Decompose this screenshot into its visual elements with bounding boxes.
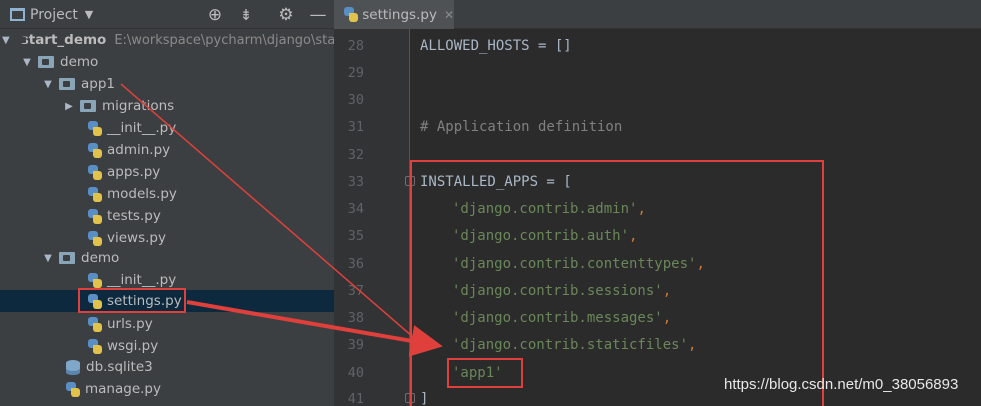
line-number: 35 (347, 228, 364, 244)
tree-item-urls[interactable]: urls.py (0, 313, 334, 335)
tree-item-db[interactable]: db.sqlite3 (0, 356, 334, 378)
tree-item-label: app1 (81, 76, 116, 92)
tree-item-start-demo[interactable]: ▼ start_demo E:\workspace\pycharm\django… (0, 29, 334, 51)
python-file-icon (88, 272, 102, 288)
python-file-icon (88, 142, 102, 158)
tree-item-label: admin.py (107, 142, 171, 158)
tree-item-migrations[interactable]: ▶ migrations (0, 95, 334, 117)
project-panel: Project ▼ ⊕ ⇟ ⚙ — ▼ start_demo E:\worksp… (0, 0, 334, 406)
tree-item-label: urls.py (107, 316, 153, 332)
tree-item-views[interactable]: views.py (0, 227, 334, 249)
line-number: 32 (347, 147, 364, 163)
tab-label: settings.py (362, 6, 437, 23)
project-view-icon (8, 0, 26, 29)
python-file-icon (88, 186, 102, 202)
folder-icon (59, 252, 75, 264)
expand-arrow-icon[interactable]: ▼ (2, 35, 10, 46)
tree-item-label: demo (60, 54, 99, 70)
collapse-icon[interactable]: ⇟ (235, 0, 257, 29)
tree-item-app1-init[interactable]: __init__.py (0, 117, 334, 139)
code-comment: # Application definition (420, 119, 623, 135)
line-number: 33 (347, 174, 364, 190)
project-panel-title[interactable]: Project (30, 0, 80, 29)
line-number: 34 (347, 201, 364, 217)
line-number: 40 (347, 365, 364, 381)
close-icon[interactable]: ✕ (444, 8, 454, 22)
expand-arrow-icon[interactable]: ▼ (42, 253, 54, 264)
tree-item-label: __init__.py (107, 272, 177, 288)
tree-item-label: wsgi.py (107, 338, 159, 354)
tree-item-label: views.py (107, 230, 166, 246)
tree-item-label: apps.py (107, 164, 161, 180)
python-file-icon (344, 7, 358, 22)
tree-item-label: manage.py (85, 381, 161, 397)
line-number: 36 (347, 256, 364, 272)
app1-highlight-box (447, 358, 523, 388)
tree-item-app1[interactable]: ▼ app1 (0, 73, 334, 95)
view-dropdown-chevron-icon[interactable]: ▼ (80, 0, 98, 29)
python-file-icon (66, 381, 80, 397)
tree-item-apps[interactable]: apps.py (0, 161, 334, 183)
tree-item-label: db.sqlite3 (86, 359, 153, 375)
tree-item-models[interactable]: models.py (0, 183, 334, 205)
settings-highlight-box (78, 288, 186, 313)
tree-item-admin[interactable]: admin.py (0, 139, 334, 161)
python-file-icon (88, 164, 102, 180)
target-icon[interactable]: ⊕ (204, 0, 226, 29)
line-number: 29 (347, 65, 364, 81)
watermark: https://blog.csdn.net/m0_38056893 (724, 376, 959, 393)
editor-tab-bar: settings.py ✕ (334, 0, 981, 29)
minimize-icon[interactable]: — (307, 0, 329, 29)
expand-arrow-icon[interactable]: ▼ (42, 79, 54, 90)
expand-arrow-icon[interactable]: ▼ (21, 57, 33, 68)
line-number: 28 (347, 38, 364, 54)
line-number: 37 (347, 283, 364, 299)
tree-item-label: start_demo (20, 32, 107, 48)
tab-settings[interactable]: settings.py ✕ (334, 0, 454, 29)
folder-icon (38, 56, 54, 68)
python-file-icon (88, 230, 102, 246)
tree-item-label: demo (81, 250, 120, 266)
project-panel-header: Project ▼ ⊕ ⇟ ⚙ — (0, 0, 334, 29)
project-path: E:\workspace\pycharm\django\sta (114, 32, 334, 48)
tree-item-label: models.py (107, 186, 177, 202)
tree-item-tests[interactable]: tests.py (0, 205, 334, 227)
tree-item-label: migrations (102, 98, 175, 114)
tree-item-demo[interactable]: ▼ demo (0, 51, 334, 73)
tree-item-label: __init__.py (107, 120, 177, 136)
folder-icon (80, 100, 96, 112)
python-file-icon (88, 120, 102, 136)
tree-item-demo-inner[interactable]: ▼ demo (0, 247, 334, 269)
code-line: ALLOWED_HOSTS = [] (420, 38, 572, 54)
line-number: 38 (347, 310, 364, 326)
folder-icon (59, 78, 75, 90)
database-icon (66, 359, 80, 375)
expand-arrow-icon[interactable]: ▶ (63, 101, 75, 112)
python-file-icon (88, 208, 102, 224)
line-number: 41 (347, 391, 364, 406)
line-number: 30 (347, 92, 364, 108)
line-number: 39 (347, 337, 364, 353)
tree-item-label: tests.py (107, 208, 161, 224)
tree-item-manage[interactable]: manage.py (0, 378, 334, 400)
python-file-icon (88, 316, 102, 332)
line-number: 31 (347, 119, 364, 135)
python-file-icon (88, 338, 102, 354)
tree-item-wsgi[interactable]: wsgi.py (0, 335, 334, 357)
gear-icon[interactable]: ⚙ (275, 0, 297, 29)
